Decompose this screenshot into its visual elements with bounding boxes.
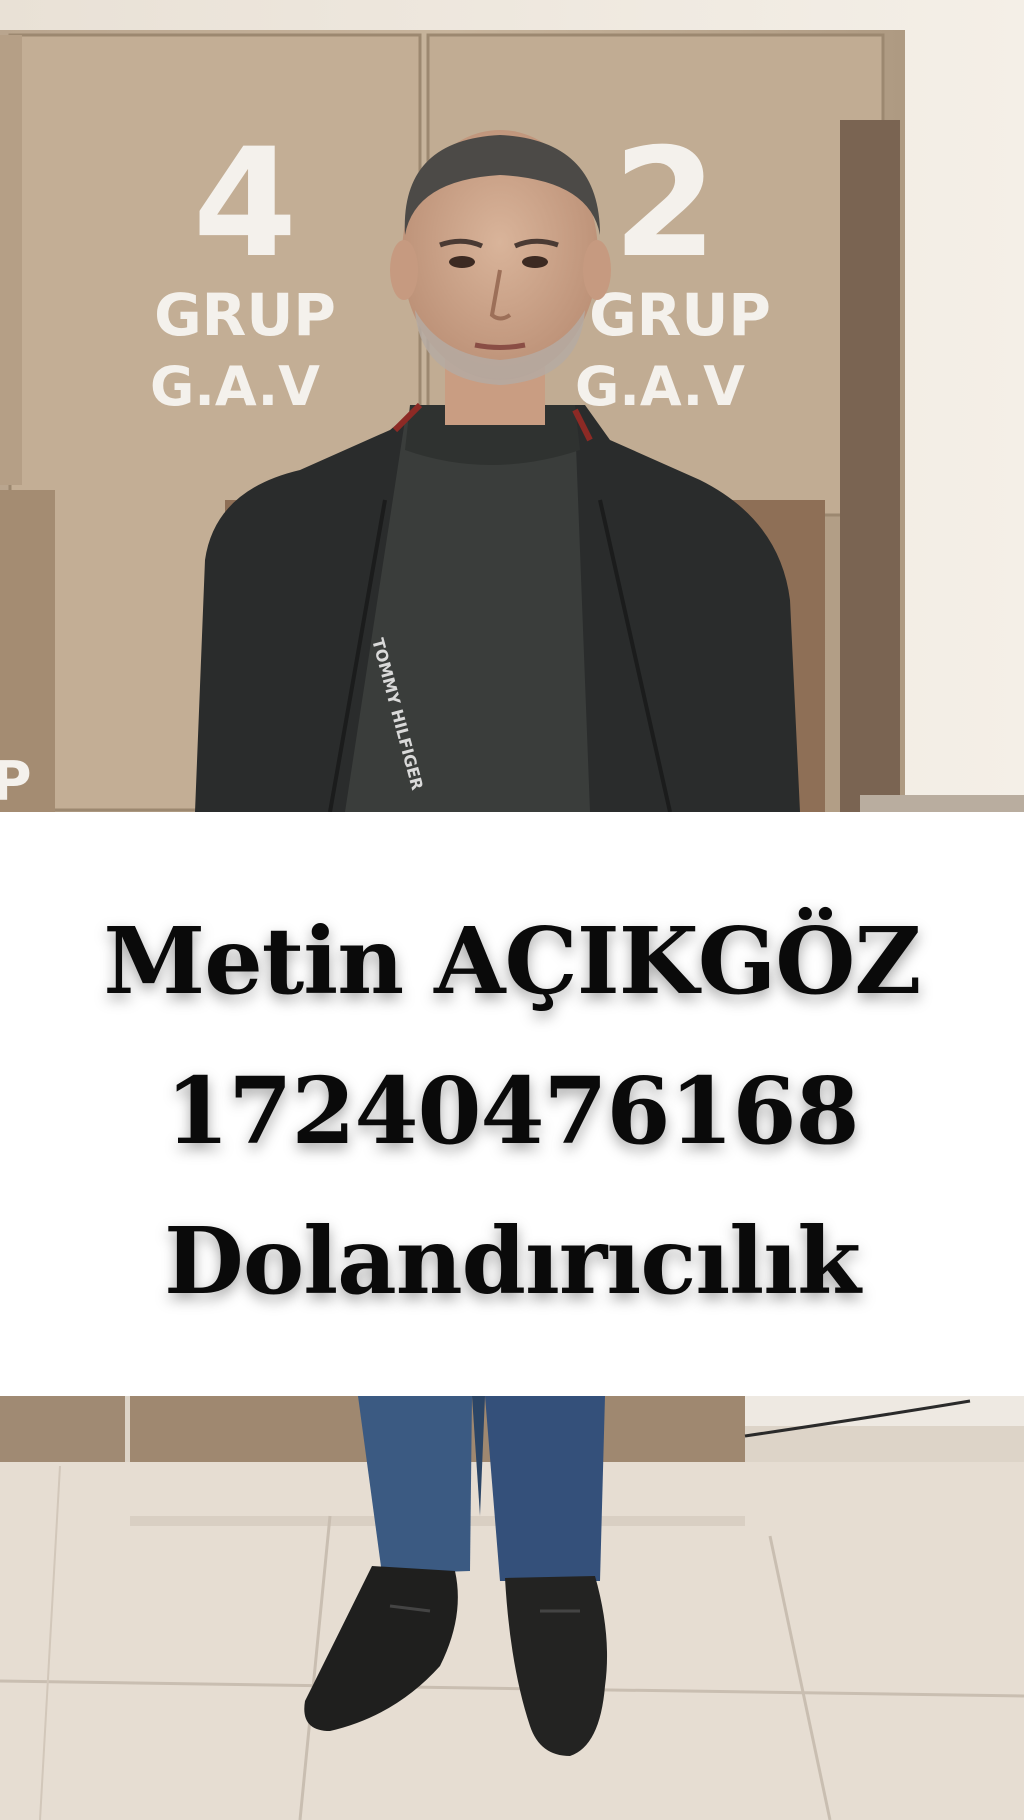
photo-lower-body — [0, 1396, 1024, 1820]
suspect-id-number: 17240476168 — [165, 1057, 859, 1165]
suspect-name: Metin AÇIKGÖZ — [103, 907, 921, 1015]
charge-text: Dolandırıcılık — [164, 1207, 861, 1315]
photo-upper-body: 4 GRUP G.A.V 2 GRUP G.A.V P TOMMY HILFIG… — [0, 0, 1024, 812]
locker-number-2: 2 — [613, 117, 717, 291]
svg-text:P: P — [0, 750, 32, 812]
caption-panel: Metin AÇIKGÖZ 17240476168 Dolandırıcılık — [0, 812, 1024, 1396]
locker-sub-label-left: G.A.V — [150, 355, 320, 418]
locker-sub-label-right: G.A.V — [575, 355, 745, 418]
jeans-right-leg — [485, 1396, 605, 1581]
locker-number-4: 4 — [193, 117, 297, 291]
locker-group-label-right: GRUP — [589, 281, 771, 349]
upper-body-illustration: 4 GRUP G.A.V 2 GRUP G.A.V P TOMMY HILFIG… — [0, 0, 1024, 812]
locker-group-label-left: GRUP — [154, 281, 336, 349]
lower-body-illustration — [0, 1396, 1024, 1820]
